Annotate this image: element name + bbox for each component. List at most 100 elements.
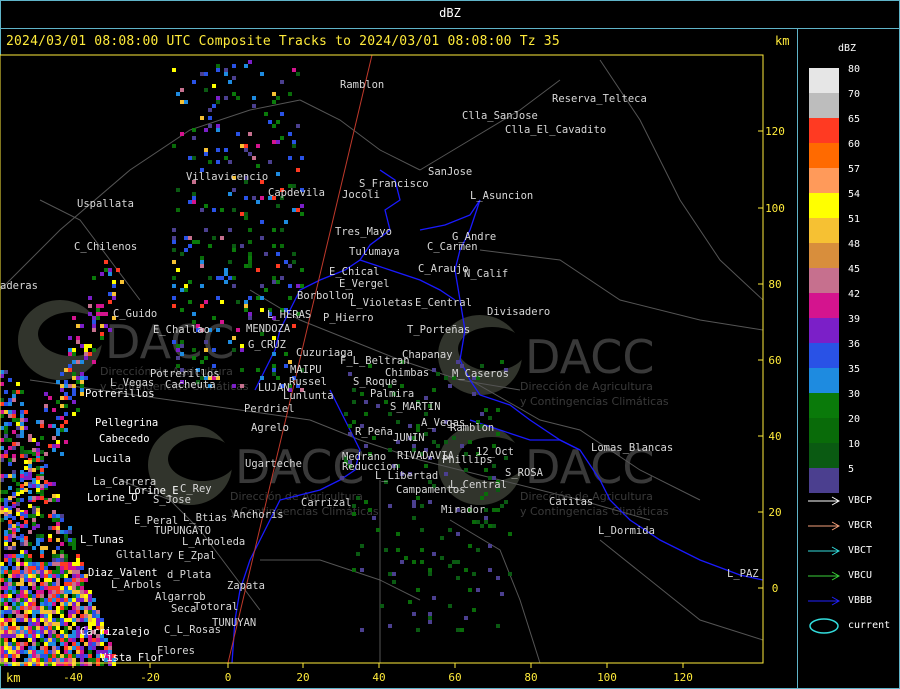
echo-cell <box>232 348 236 352</box>
echo-cell <box>300 156 304 160</box>
echo-cell <box>172 296 176 300</box>
echo-cell <box>64 420 68 424</box>
echo-cell <box>0 578 4 582</box>
echo-cell <box>208 160 212 164</box>
echo-cell <box>72 546 76 550</box>
echo-cell <box>104 268 108 272</box>
echo-cell <box>216 276 220 280</box>
echo-cell <box>8 510 12 514</box>
echo-cell <box>240 344 244 348</box>
echo-cell <box>180 344 184 348</box>
echo-cell <box>40 496 44 500</box>
place-label: L_Btias <box>183 512 227 524</box>
echo-cell <box>20 512 24 516</box>
echo-cell <box>32 526 36 530</box>
echo-cell <box>204 88 208 92</box>
echo-cell <box>60 590 64 594</box>
echo-cell <box>80 618 84 622</box>
echo-cell <box>96 618 100 622</box>
echo-cell <box>76 654 80 658</box>
echo-cell <box>4 582 8 586</box>
echo-cell <box>40 654 44 658</box>
place-label: Chapanay <box>402 349 453 361</box>
echo-cell <box>76 582 80 586</box>
echo-cell <box>112 284 116 288</box>
echo-cell <box>16 390 20 394</box>
place-label: Potrerillos <box>85 388 155 400</box>
echo-cell <box>16 522 20 526</box>
echo-cell <box>496 408 500 412</box>
echo-cell <box>8 530 12 534</box>
echo-cell <box>68 654 72 658</box>
echo-cell <box>272 124 276 128</box>
x-tick-label: 100 <box>597 671 617 684</box>
echo-cell <box>184 284 188 288</box>
echo-cell <box>492 464 496 468</box>
echo-cell <box>56 574 60 578</box>
echo-cell <box>16 614 20 618</box>
place-label: L_PAZ <box>727 568 759 580</box>
echo-cell <box>52 526 56 530</box>
echo-cell <box>100 312 104 316</box>
echo-cell <box>12 414 16 418</box>
echo-cell <box>180 352 184 356</box>
echo-cell <box>44 484 48 488</box>
echo-cell <box>40 586 44 590</box>
echo-cell <box>176 348 180 352</box>
place-label: Cabecedo <box>99 433 150 445</box>
echo-cell <box>112 296 116 300</box>
echo-cell <box>76 602 80 606</box>
echo-cell <box>0 618 4 622</box>
echo-cell <box>32 480 36 484</box>
echo-cell <box>72 602 76 606</box>
echo-cell <box>60 562 64 566</box>
echo-cell <box>32 630 36 634</box>
echo-cell <box>36 650 40 654</box>
echo-cell <box>64 650 68 654</box>
echo-cell <box>8 506 12 510</box>
echo-cell <box>172 284 176 288</box>
echo-cell <box>20 490 24 494</box>
echo-cell <box>192 348 196 352</box>
watermark-text: DACC <box>525 330 655 384</box>
echo-cell <box>20 524 24 528</box>
echo-cell <box>80 380 84 384</box>
echo-cell <box>28 438 32 442</box>
echo-cell <box>68 352 72 356</box>
place-label: P_Hierro <box>323 312 374 324</box>
echo-cell <box>64 622 68 626</box>
echo-cell <box>16 590 20 594</box>
echo-cell <box>64 440 68 444</box>
echo-cell <box>36 658 40 662</box>
echo-cell <box>64 368 68 372</box>
radar-map[interactable]: DACCDirección de Agricultura y Contingenc… <box>0 0 798 689</box>
echo-cell <box>40 490 44 494</box>
echo-cell <box>64 570 68 574</box>
echo-cell <box>60 396 64 400</box>
echo-cell <box>32 614 36 618</box>
echo-cell <box>420 560 424 564</box>
echo-cell <box>44 642 48 646</box>
place-label: Mirador <box>441 504 485 516</box>
echo-cell <box>44 404 48 408</box>
echo-cell <box>56 578 60 582</box>
echo-cell <box>84 348 88 352</box>
echo-cell <box>48 606 52 610</box>
echo-cell <box>44 614 48 618</box>
echo-cell <box>60 606 64 610</box>
echo-cell <box>28 542 32 546</box>
place-label: Carrizal <box>301 497 352 509</box>
echo-cell <box>28 562 32 566</box>
echo-cell <box>232 384 236 388</box>
echo-cell <box>284 364 288 368</box>
echo-cell <box>28 626 32 630</box>
echo-cell <box>32 546 36 550</box>
echo-cell <box>460 444 464 448</box>
echo-cell <box>36 442 40 446</box>
echo-cell <box>284 220 288 224</box>
echo-cell <box>20 446 24 450</box>
color-scale-label: 20 <box>848 414 861 425</box>
echo-cell <box>76 618 80 622</box>
echo-cell <box>4 422 8 426</box>
echo-cell <box>24 450 28 454</box>
